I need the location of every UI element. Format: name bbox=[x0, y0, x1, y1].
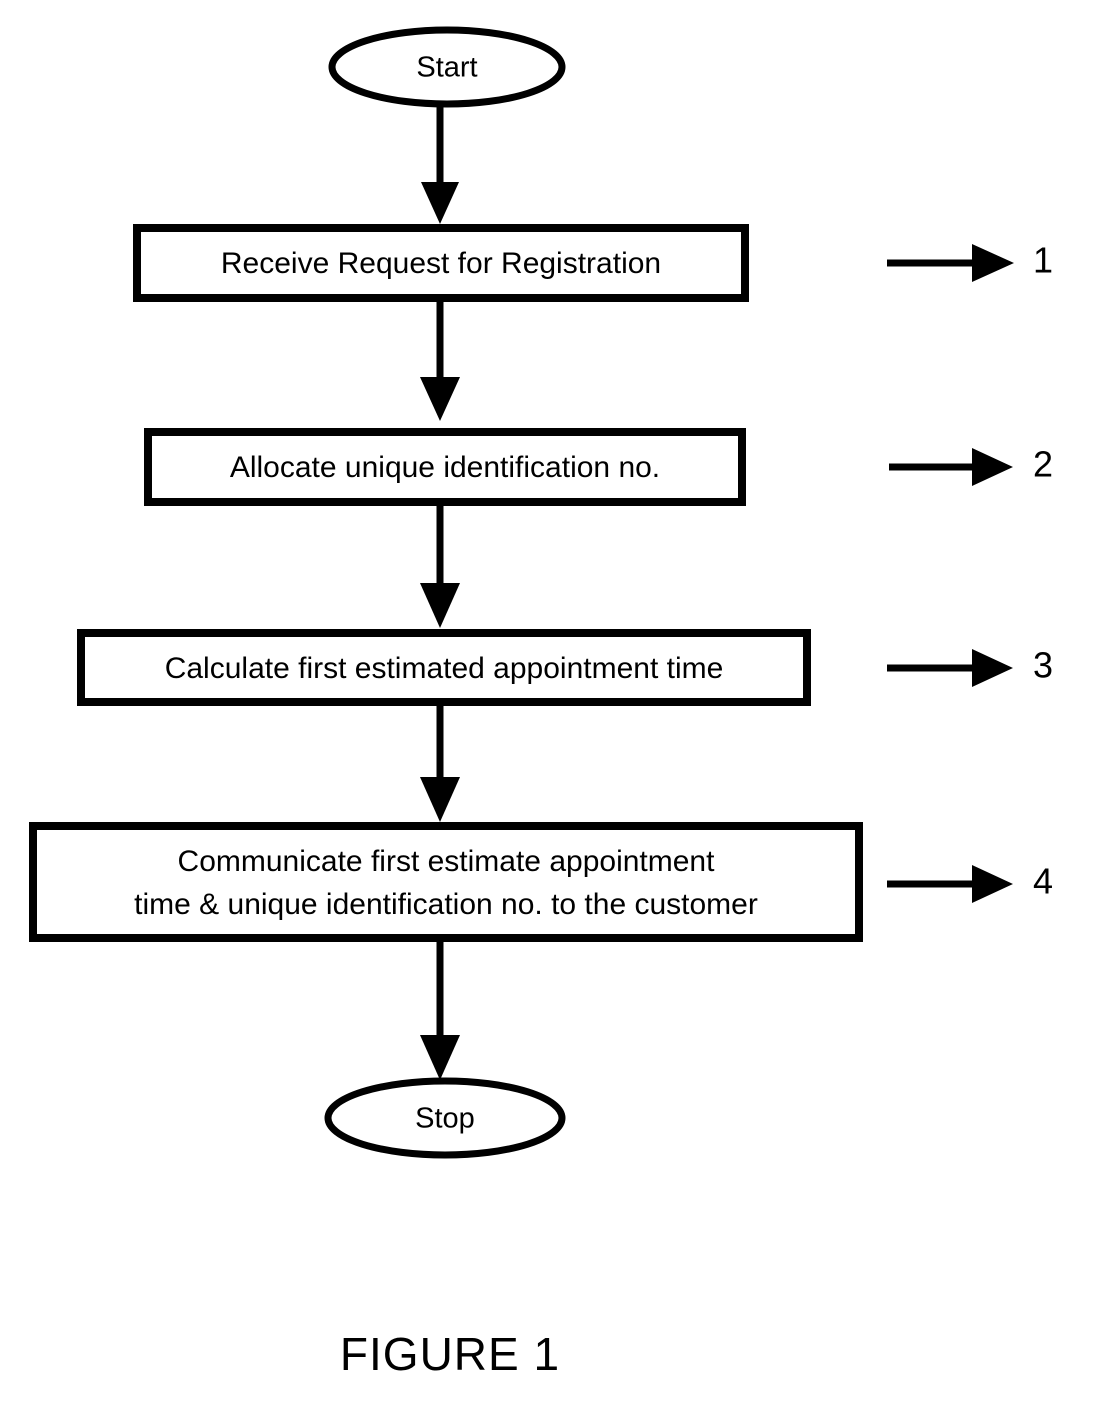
connector-step4-to-stop bbox=[420, 938, 460, 1080]
reference-callout-4: 4 bbox=[887, 861, 1053, 903]
step4-label-line1: Communicate first estimate appointment bbox=[178, 845, 716, 878]
reference-arrow-head-4 bbox=[972, 865, 1013, 903]
step4-box bbox=[29, 822, 863, 942]
reference-arrow-head-2 bbox=[972, 448, 1013, 486]
reference-arrow-head-3 bbox=[972, 649, 1013, 687]
connector-start-to-step1 bbox=[421, 104, 459, 224]
node-step3[interactable]: Calculate first estimated appointment ti… bbox=[77, 629, 811, 706]
node-stop[interactable]: Stop bbox=[324, 1077, 566, 1159]
reference-number-3: 3 bbox=[1033, 645, 1053, 686]
node-step4[interactable]: Communicate first estimate appointment t… bbox=[29, 822, 863, 942]
figure-caption: FIGURE 1 bbox=[340, 1328, 560, 1380]
reference-number-1: 1 bbox=[1033, 240, 1053, 281]
node-step2[interactable]: Allocate unique identification no. bbox=[144, 428, 746, 506]
step1-label: Receive Request for Registration bbox=[221, 247, 661, 280]
node-start[interactable]: Start bbox=[328, 26, 566, 108]
connector-step1-to-step2 bbox=[420, 298, 460, 421]
figure-page: Start Receive Request for Registration A… bbox=[0, 0, 1104, 1401]
start-label: Start bbox=[416, 52, 477, 84]
reference-callout-1: 1 bbox=[887, 240, 1053, 282]
reference-number-4: 4 bbox=[1033, 861, 1053, 902]
flowchart-canvas: Start Receive Request for Registration A… bbox=[29, 26, 1053, 1380]
reference-callout-3: 3 bbox=[887, 645, 1053, 687]
connector-step2-to-step3 bbox=[420, 502, 460, 628]
connector-step3-to-step4 bbox=[420, 702, 460, 822]
reference-number-2: 2 bbox=[1033, 444, 1053, 485]
reference-callout-2: 2 bbox=[889, 444, 1053, 486]
step2-label: Allocate unique identification no. bbox=[230, 451, 660, 484]
stop-label: Stop bbox=[415, 1103, 475, 1135]
step3-label: Calculate first estimated appointment ti… bbox=[165, 652, 724, 685]
step4-label-line2: time & unique identification no. to the … bbox=[134, 888, 758, 921]
reference-arrow-head-1 bbox=[972, 244, 1014, 282]
node-step1[interactable]: Receive Request for Registration bbox=[133, 224, 749, 302]
